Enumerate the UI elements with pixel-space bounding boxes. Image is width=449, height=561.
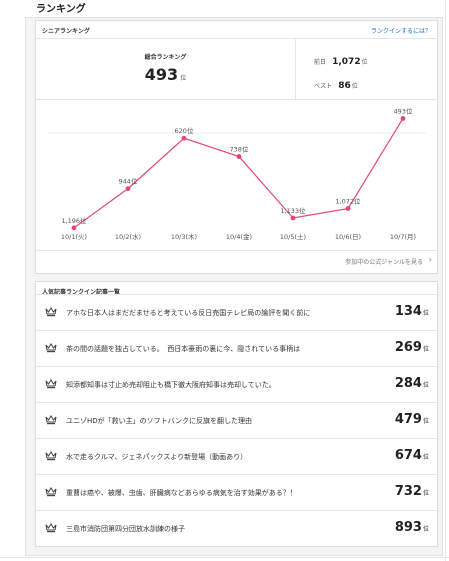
rank-point-label: 620位 — [175, 126, 194, 135]
article-row[interactable]: アホな日本人はまだだませると考えている反日売国テレビ局の論評を聞く前に 134位 — [36, 294, 439, 330]
article-rank-unit: 位 — [422, 490, 429, 497]
rank-point-label: 1,133位 — [280, 206, 306, 215]
article-title[interactable]: ユニゾHDが「救い主」のソフトバンクに反旗を翻した理由 — [66, 416, 252, 426]
x-tick-label: 10/7(月) — [390, 233, 416, 241]
rank-point — [236, 154, 242, 159]
article-rank-unit: 位 — [422, 346, 429, 353]
article-rank-number: 479 — [394, 412, 422, 427]
article-rank: 269位 — [395, 340, 429, 355]
overall-rank-value: 493 位 — [36, 65, 295, 84]
rank-point — [400, 116, 406, 121]
rank-point — [71, 225, 77, 231]
article-title[interactable]: 三島市消防団第四分団放水訓練の様子 — [66, 524, 185, 534]
article-rank-number: 674 — [394, 448, 422, 463]
rank-summary-row: 総合ランキング 493 位 前日 1,072位 ベスト 86位 — [36, 38, 437, 100]
senior-ranking-card: シニアランキング ランクインするには？ 総合ランキング 493 位 前日 1,07… — [35, 20, 438, 274]
x-tick-label: 10/5(土) — [280, 232, 306, 241]
rank-point-label: 738位 — [230, 145, 249, 154]
article-title[interactable]: 知添都知事は寸止め売却阻止も橋下徹大阪府知事は売却していた。 — [66, 380, 276, 390]
overall-rank-box: 総合ランキング 493 位 — [36, 39, 296, 99]
article-row[interactable]: 水で走るクルマ、ジェネパックスより新登場（動画あり） 674位 — [36, 438, 439, 474]
chevron-right-icon: › — [428, 255, 432, 264]
x-tick-label: 10/2(水) — [115, 232, 141, 241]
article-rank: 674位 — [395, 448, 429, 463]
rank-point — [345, 206, 351, 211]
crown-icon — [45, 451, 57, 461]
article-rank: 893位 — [395, 520, 429, 535]
article-rank: 284位 — [395, 376, 429, 391]
best-rank-unit: 位 — [351, 83, 358, 90]
rank-point — [125, 186, 131, 192]
article-rank-number: 269 — [394, 340, 422, 355]
article-rank-unit: 位 — [422, 418, 429, 425]
bottom-divider — [0, 557, 449, 558]
article-title[interactable]: 重曹は癌や、被爆、虫歯、肝臓病などあらゆる病気を治す効果がある？！ — [66, 488, 297, 498]
prev-rank-number: 1,072 — [332, 57, 361, 67]
article-rank-number: 732 — [394, 484, 422, 499]
rank-in-help-link[interactable]: ランクインするには？ — [371, 26, 431, 35]
x-tick-label: 10/3(木) — [171, 232, 197, 241]
best-rank-number: 86 — [338, 81, 351, 91]
best-rank-label: ベスト — [314, 83, 333, 90]
prev-rank: 前日 1,072位 — [314, 49, 368, 68]
rank-point-label: 944位 — [119, 177, 138, 186]
article-rank-number: 284 — [394, 376, 422, 391]
article-row[interactable]: ユニゾHDが「救い主」のソフトバンクに反旗を翻した理由 479位 — [36, 402, 439, 438]
overall-rank-number: 493 — [144, 65, 179, 84]
senior-ranking-header: シニアランキング — [42, 28, 90, 35]
rank-history-chart: 1,196位 10/1(火) 944位 10/2(水) 620位 10/3(木) 738位 1… — [48, 106, 426, 241]
article-title[interactable]: 水で走るクルマ、ジェネパックスより新登場（動画あり） — [66, 452, 247, 462]
overall-rank-label: 総合ランキング — [144, 54, 187, 61]
article-row[interactable]: 知添都知事は寸止め売却阻止も橋下徹大阪府知事は売却していた。 284位 — [36, 366, 439, 402]
best-rank: ベスト 86位 — [314, 73, 358, 92]
x-tick-label: 10/4(金) — [226, 232, 252, 241]
popular-articles-card: 人気記事ランクイン記事一覧 アホな日本人はまだだませると考えている反日売国テレビ… — [35, 281, 439, 547]
genre-link-row[interactable]: 参加中の公式ジャンルを見る › — [36, 250, 437, 274]
crown-icon — [45, 487, 57, 497]
rank-line — [73, 118, 404, 229]
prev-rank-unit: 位 — [361, 59, 368, 66]
article-rank-unit: 位 — [422, 454, 429, 461]
article-rank: 732位 — [395, 484, 429, 499]
article-title[interactable]: 茶の間の話題を独占している。 西日本豪雨の裏に今、隠されている事柄は — [66, 344, 300, 354]
rank-point-label: 1,072位 — [335, 197, 361, 206]
crown-icon — [45, 343, 57, 353]
article-rank-unit: 位 — [422, 310, 429, 317]
genre-link[interactable]: 参加中の公式ジャンルを見る — [345, 257, 423, 266]
prev-rank-label: 前日 — [314, 59, 327, 66]
rank-point — [290, 215, 296, 221]
page-title: ランキング — [36, 4, 86, 15]
rank-point-label: 493位 — [394, 106, 413, 115]
article-row[interactable]: 茶の間の話題を独占している。 西日本豪雨の裏に今、隠されている事柄は 269位 — [36, 330, 439, 366]
article-rank: 134位 — [395, 304, 429, 319]
article-title[interactable]: アホな日本人はまだだませると考えている反日売国テレビ局の論評を聞く前に — [66, 308, 310, 318]
x-tick-label: 10/6(日) — [335, 233, 361, 241]
crown-icon — [45, 379, 57, 389]
article-rank-unit: 位 — [422, 526, 429, 533]
article-rank: 479位 — [395, 412, 429, 427]
article-row[interactable]: 三島市消防団第四分団放水訓練の様子 893位 — [36, 510, 439, 546]
article-row[interactable]: 重曹は癌や、被爆、虫歯、肝臓病などあらゆる病気を治す効果がある？！ 732位 — [36, 474, 439, 510]
crown-icon — [45, 307, 57, 317]
overall-rank-unit: 位 — [180, 75, 187, 82]
article-rank-number: 893 — [394, 520, 422, 535]
rank-point — [181, 135, 187, 141]
x-tick-label: 10/1(火) — [61, 233, 87, 241]
sidebar-divider — [445, 0, 446, 561]
crown-icon — [45, 523, 57, 533]
rank-point-label: 1,196位 — [61, 216, 87, 225]
article-rank-unit: 位 — [422, 382, 429, 389]
crown-icon — [45, 415, 57, 425]
article-rank-number: 134 — [394, 304, 422, 319]
